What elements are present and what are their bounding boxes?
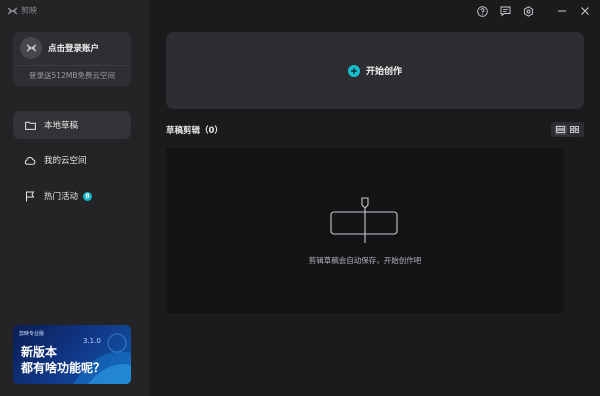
start-creating-button[interactable]: 开始创作 — [166, 32, 584, 109]
start-creating-label: 开始创作 — [365, 67, 402, 77]
promo-banner[interactable]: 剪映专业版 3.1.0 新版本 都有啥功能呢？ — [13, 325, 131, 384]
empty-timeline-icon — [330, 197, 398, 243]
close-icon[interactable] — [579, 5, 591, 17]
account-card[interactable]: 点击登录账户 登录送512MB免费云空间 — [13, 32, 131, 86]
feedback-icon[interactable] — [499, 5, 511, 17]
banner-version: 3.1.0 — [83, 337, 101, 345]
drafts-title: 草稿剪辑（0） — [166, 126, 223, 136]
empty-state-message: 剪辑草稿会自动保存，开始创作吧 — [308, 256, 422, 265]
banner-tag: 剪映专业版 — [19, 331, 45, 337]
sidebar-item-label: 热门活动 — [44, 192, 79, 202]
sidebar: 剪映 点击登录账户 登录送512MB免费云空间 本地草稿 我的云空间 热门活动 … — [0, 0, 149, 396]
notification-badge: 8 — [83, 191, 93, 201]
sidebar-item-label: 我的云空间 — [44, 156, 87, 166]
sidebar-item-local-drafts[interactable]: 本地草稿 — [13, 111, 131, 139]
flag-icon — [24, 190, 36, 202]
sidebar-item-hot-events[interactable]: 热门活动 8 — [13, 182, 131, 210]
banner-headline-1: 新版本 — [21, 345, 58, 359]
sidebar-item-label: 本地草稿 — [44, 121, 79, 131]
banner-headline-2: 都有啥功能呢？ — [21, 361, 106, 375]
login-link[interactable]: 点击登录账户 — [48, 42, 99, 54]
capcut-avatar-icon — [26, 44, 36, 52]
grid-view-icon[interactable] — [568, 125, 580, 135]
cloud-icon — [24, 154, 36, 166]
plus-icon — [347, 64, 360, 77]
help-icon[interactable] — [476, 5, 488, 17]
drafts-panel: 剪辑草稿会自动保存，开始创作吧 — [166, 148, 564, 313]
folder-icon — [24, 119, 36, 131]
sidebar-item-cloud-space[interactable]: 我的云空间 — [13, 146, 131, 174]
settings-icon[interactable] — [522, 5, 534, 17]
login-promo-text[interactable]: 登录送512MB免费云空间 — [13, 65, 131, 86]
app-logo: 剪映 — [7, 5, 37, 16]
minimize-icon[interactable] — [556, 5, 568, 17]
view-toggle — [551, 122, 584, 137]
list-view-icon[interactable] — [554, 124, 567, 135]
app-name: 剪映 — [21, 6, 37, 15]
avatar[interactable] — [20, 37, 42, 59]
capcut-logo-icon — [7, 6, 18, 15]
